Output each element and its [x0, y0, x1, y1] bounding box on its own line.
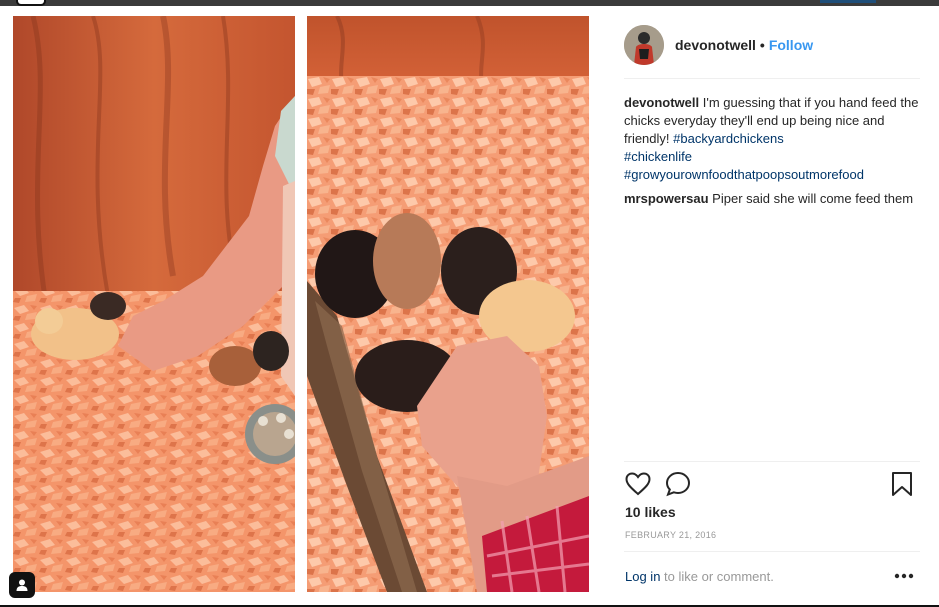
post-header: devonotwell • Follow — [624, 22, 920, 79]
hashtag-link[interactable]: #chickenlife — [624, 149, 692, 164]
likes-count[interactable]: 10 likes — [625, 504, 676, 520]
hashtag-link[interactable]: #backyardchickens — [673, 131, 784, 146]
top-blue-bar — [820, 0, 876, 3]
post-modal: devonotwell • Follow devonotwell I'm gue… — [0, 6, 939, 607]
hashtag-link[interactable]: #growyourownfoodthatpoopsoutmorefood — [624, 167, 864, 182]
follow-button[interactable]: Follow — [769, 37, 813, 53]
post-sidebar: devonotwell • Follow devonotwell I'm gue… — [608, 6, 939, 605]
comment-username[interactable]: mrspowersau — [624, 191, 709, 206]
caption: devonotwell I'm guessing that if you han… — [624, 94, 920, 184]
comment-text: Piper said she will come feed them — [712, 191, 914, 206]
comment-item: mrspowersau Piper said she will come fee… — [624, 190, 920, 208]
post-photo-left — [13, 16, 295, 592]
login-suffix: to like or comment. — [660, 569, 774, 584]
action-bar — [624, 468, 920, 502]
separator-dot: • — [759, 37, 765, 53]
post-media — [0, 6, 608, 605]
bottom-divider — [624, 551, 920, 552]
login-prompt: Log in to like or comment. — [625, 569, 774, 584]
post-date: FEBRUARY 21, 2016 — [625, 530, 717, 540]
more-options-icon[interactable] — [892, 566, 916, 586]
avatar[interactable] — [624, 25, 664, 65]
caption-username[interactable]: devonotwell — [624, 95, 699, 110]
comments-list: devonotwell I'm guessing that if you han… — [624, 94, 920, 214]
comment-icon[interactable] — [664, 470, 692, 498]
bookmark-icon[interactable] — [888, 470, 916, 498]
actions-divider — [624, 461, 920, 462]
heart-icon[interactable] — [624, 470, 652, 498]
post-photo-right — [307, 16, 589, 592]
post-username[interactable]: devonotwell — [675, 37, 756, 53]
user-tag-icon[interactable] — [9, 572, 35, 598]
login-link[interactable]: Log in — [625, 569, 660, 584]
